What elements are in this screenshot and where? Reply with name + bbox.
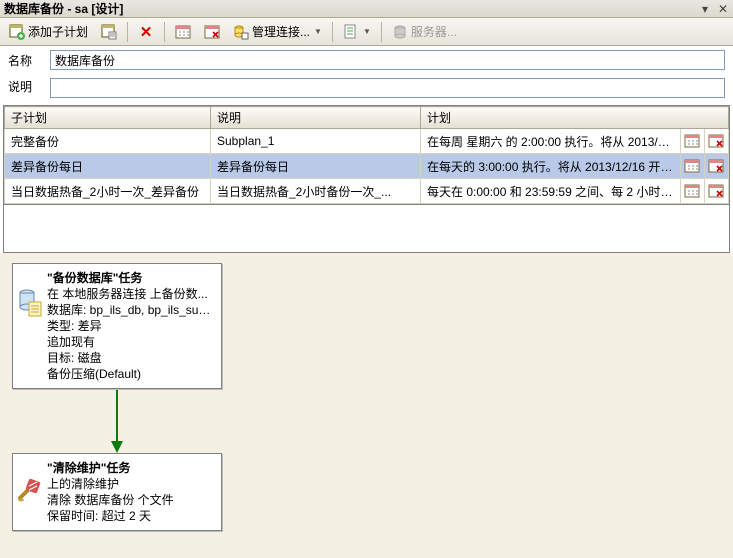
cell-subplan[interactable]: 完整备份: [5, 129, 211, 154]
col-desc[interactable]: 说明: [211, 107, 421, 129]
manage-connections-label: 管理连接...: [252, 23, 310, 40]
subplan-grid: 子计划 说明 计划 完整备份Subplan_1在每周 星期六 的 2:00:00…: [3, 105, 730, 205]
task-line: 上的清除维护: [47, 476, 215, 492]
servers-icon: [392, 24, 408, 40]
cell-desc[interactable]: Subplan_1: [211, 129, 421, 154]
servers-label: 服务器...: [411, 23, 457, 40]
subplan-props-icon: [101, 24, 117, 40]
task-line: 清除 数据库备份 个文件: [47, 492, 215, 508]
row-schedule-button[interactable]: [683, 180, 701, 202]
row-schedule-button[interactable]: [683, 130, 701, 152]
name-label: 名称: [8, 52, 42, 69]
task-title: "备份数据库"任务: [47, 270, 215, 286]
row-remove-schedule-button[interactable]: [707, 130, 725, 152]
col-plan[interactable]: 计划: [421, 107, 729, 129]
chevron-down-icon: ▼: [314, 27, 322, 36]
cell-subplan[interactable]: 差异备份每日: [5, 154, 211, 179]
cell-plan: 在每周 星期六 的 2:00:00 执行。将从 2013/12/1...: [421, 129, 681, 154]
separator: [381, 22, 382, 42]
row-remove-schedule-button[interactable]: [707, 180, 725, 202]
separator: [164, 22, 165, 42]
row-schedule-button[interactable]: [683, 155, 701, 177]
calendar-icon: [684, 158, 700, 174]
calendar-icon: [684, 183, 700, 199]
task-line: 目标: 磁盘: [47, 350, 215, 366]
report-icon: [343, 24, 359, 40]
calendar-remove-icon: [708, 133, 724, 149]
cleanup-task-icon: [17, 478, 43, 504]
task-line: 保留时间: 超过 2 天: [47, 508, 215, 524]
cell-subplan[interactable]: 当日数据热备_2小时一次_差异备份: [5, 179, 211, 204]
servers-button: 服务器...: [387, 21, 462, 43]
table-row[interactable]: 差异备份每日差异备份每日在每天的 3:00:00 执行。将从 2013/12/1…: [5, 154, 729, 179]
add-subplan-label: 添加子计划: [28, 23, 88, 40]
cell-plan: 在每天的 3:00:00 执行。将从 2013/12/16 开始...: [421, 154, 681, 179]
chevron-down-icon: ▼: [363, 27, 371, 36]
window-title: 数据库备份 - sa [设计]: [4, 0, 699, 18]
name-row: 名称: [0, 46, 733, 74]
title-bar: 数据库备份 - sa [设计] ▾ ✕: [0, 0, 733, 18]
cell-desc[interactable]: 差异备份每日: [211, 154, 421, 179]
manage-connections-button[interactable]: 管理连接... ▼: [228, 21, 327, 43]
backup-db-task-icon: [17, 288, 43, 318]
desc-label: 说明: [8, 78, 42, 95]
delete-button[interactable]: ✕: [133, 21, 159, 43]
dropdown-icon[interactable]: ▾: [699, 3, 711, 15]
cleanup-task-node[interactable]: "清除维护"任务 上的清除维护 清除 数据库备份 个文件 保留时间: 超过 2 …: [12, 453, 222, 531]
task-line: 类型: 差异: [47, 318, 215, 334]
col-subplan[interactable]: 子计划: [5, 107, 211, 129]
task-line: 数据库: bp_ils_db, bp_ils_sub_...: [47, 302, 215, 318]
report-button[interactable]: ▼: [338, 21, 376, 43]
subplan-props-button[interactable]: [96, 21, 122, 43]
task-line: 追加现有: [47, 334, 215, 350]
close-icon[interactable]: ✕: [717, 3, 729, 15]
calendar-remove-icon: [708, 183, 724, 199]
calendar-icon: [684, 133, 700, 149]
desc-row: 说明: [0, 74, 733, 102]
manage-connections-icon: [233, 24, 249, 40]
task-title: "清除维护"任务: [47, 460, 215, 476]
cell-plan: 每天在 0:00:00 和 23:59:59 之间、每 2 小时 执...: [421, 179, 681, 204]
backup-db-task-node[interactable]: "备份数据库"任务 在 本地服务器连接 上备份数... 数据库: bp_ils_…: [12, 263, 222, 389]
calendar-remove-icon: [204, 24, 220, 40]
calendar-remove-button[interactable]: [199, 21, 225, 43]
desc-input[interactable]: [50, 78, 725, 98]
toolbar: 添加子计划 ✕ 管理连接... ▼ ▼ 服务器.: [0, 18, 733, 46]
window-buttons: ▾ ✕: [699, 3, 729, 15]
table-row[interactable]: 完整备份Subplan_1在每周 星期六 的 2:00:00 执行。将从 201…: [5, 129, 729, 154]
grid-empty-area[interactable]: [3, 205, 730, 253]
delete-icon: ✕: [138, 24, 154, 40]
calendar-button[interactable]: [170, 21, 196, 43]
row-remove-schedule-button[interactable]: [707, 155, 725, 177]
cell-desc[interactable]: 当日数据热备_2小时备份一次_...: [211, 179, 421, 204]
task-line: 在 本地服务器连接 上备份数...: [47, 286, 215, 302]
flow-arrow: [12, 389, 222, 453]
grid-header-row: 子计划 说明 计划: [5, 107, 729, 129]
separator: [127, 22, 128, 42]
calendar-icon: [175, 24, 191, 40]
table-row[interactable]: 当日数据热备_2小时一次_差异备份当日数据热备_2小时备份一次_...每天在 0…: [5, 179, 729, 204]
task-line: 备份压缩(Default): [47, 366, 215, 382]
separator: [332, 22, 333, 42]
designer-surface[interactable]: "备份数据库"任务 在 本地服务器连接 上备份数... 数据库: bp_ils_…: [0, 253, 733, 558]
add-subplan-button[interactable]: 添加子计划: [4, 21, 93, 43]
calendar-remove-icon: [708, 158, 724, 174]
add-subplan-icon: [9, 24, 25, 40]
name-input[interactable]: [50, 50, 725, 70]
